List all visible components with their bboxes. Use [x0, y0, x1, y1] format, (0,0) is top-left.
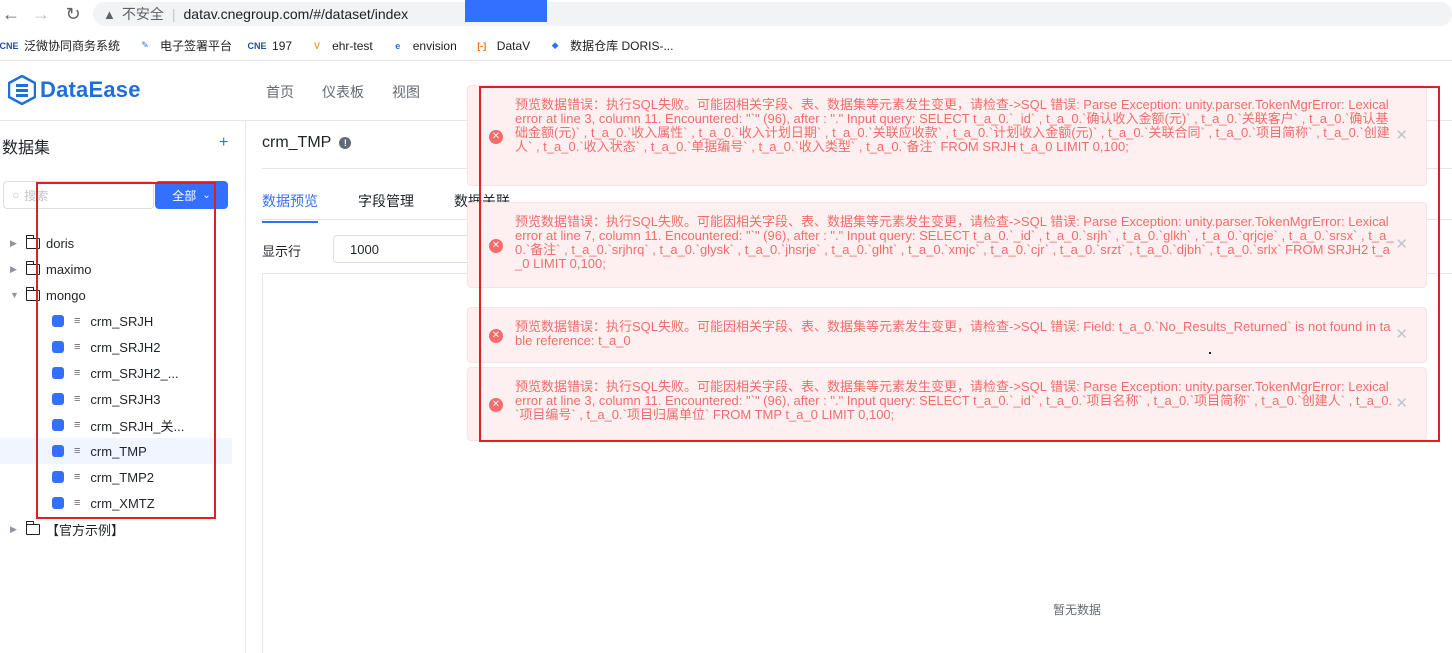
search-icon: ○ — [12, 188, 20, 202]
caret-down-icon[interactable]: ▼ — [10, 290, 22, 300]
bookmark-icon: [-] — [477, 40, 487, 51]
top-nav-item[interactable]: 视图 — [392, 82, 420, 102]
warning-icon: ▲ — [103, 6, 116, 22]
bookmark-label: DataV — [496, 38, 531, 53]
caret-right-icon[interactable]: ▶ — [10, 264, 22, 275]
bookmark-esign[interactable]: ✎ 电子签署平台 — [136, 37, 232, 54]
folder-label: 【官方示例】 — [46, 522, 125, 538]
bookmark-label: 电子签署平台 — [160, 39, 233, 53]
top-nav: 首页 仪表板 视图 — [252, 62, 434, 121]
bookmark-label: 数据仓库 DORIS-... — [570, 39, 674, 53]
bookmark-icon: CNE — [247, 40, 267, 51]
bookmark-label: 197 — [272, 38, 293, 53]
bookmark-icon: V — [314, 40, 321, 51]
bookmark-ehr[interactable]: Vehr-test — [308, 39, 373, 53]
bookmark-icon: ✎ — [141, 40, 149, 50]
bookmark-icon: CNE — [0, 40, 19, 51]
dataset-title: crm_TMP ! — [262, 134, 352, 152]
bookmark-doris[interactable]: ◆ 数据仓库 DORIS-... — [546, 37, 674, 54]
bookmark-label: ehr-test — [332, 38, 373, 53]
logo[interactable]: DataEase — [8, 75, 141, 105]
bookmark-label: envision — [412, 38, 457, 53]
bookmark-datav[interactable]: [-] DataV — [473, 39, 530, 53]
bookmark-envision[interactable]: e envision — [389, 39, 457, 53]
sidebar-title: 数据集 — [2, 140, 51, 157]
dataease-logo-icon — [8, 75, 36, 105]
bookmark-cne197[interactable]: CNE 197 — [247, 38, 293, 53]
rows-label: 显示行 — [262, 244, 302, 259]
bookmark-icon: ◆ — [551, 40, 559, 50]
nav-active-indicator — [465, 0, 547, 22]
bookmark-fanwei[interactable]: CNE 泛微协同商务系统 — [0, 37, 120, 54]
folder-icon — [26, 520, 40, 535]
add-dataset-button[interactable]: + — [219, 134, 228, 152]
reload-icon[interactable]: ↻ — [62, 3, 84, 25]
info-icon[interactable]: ! — [339, 137, 352, 149]
caret-right-icon[interactable]: ▶ — [10, 238, 22, 249]
top-nav-item[interactable]: 首页 — [266, 82, 294, 102]
insecure-label: 不安全 — [121, 6, 164, 22]
top-nav-item[interactable]: 仪表板 — [322, 82, 364, 102]
back-icon[interactable]: ← — [0, 3, 22, 25]
annotation-box-errors — [479, 86, 1440, 442]
url-text: datav.cnegroup.com/#/dataset/index — [183, 6, 409, 22]
tree-folder[interactable]: ▶ 【官方示例】 — [0, 516, 232, 542]
forward-icon[interactable]: → — [30, 3, 52, 25]
no-data-text: 暂无数据 — [1053, 603, 1102, 617]
logo-text: DataEase — [40, 77, 141, 102]
rows-input[interactable]: 1000 — [333, 235, 473, 263]
caret-right-icon[interactable]: ▶ — [10, 524, 22, 535]
dataset-title-text: crm_TMP — [262, 134, 332, 151]
browser-toolbar: ← → ↻ ▲ 不安全 | datav.cnegroup.com/#/datas… — [0, 0, 1452, 29]
bookmark-label: 泛微协同商务系统 — [24, 39, 121, 53]
address-bar[interactable]: ▲ 不安全 | datav.cnegroup.com/#/dataset/ind… — [93, 2, 1452, 26]
bookmark-icon: e — [395, 40, 401, 51]
bookmarks-bar: CNE 泛微协同商务系统 ✎ 电子签署平台 CNE 197 Vehr-test e envisi… — [0, 31, 1452, 61]
annotation-box-tree — [36, 182, 216, 519]
